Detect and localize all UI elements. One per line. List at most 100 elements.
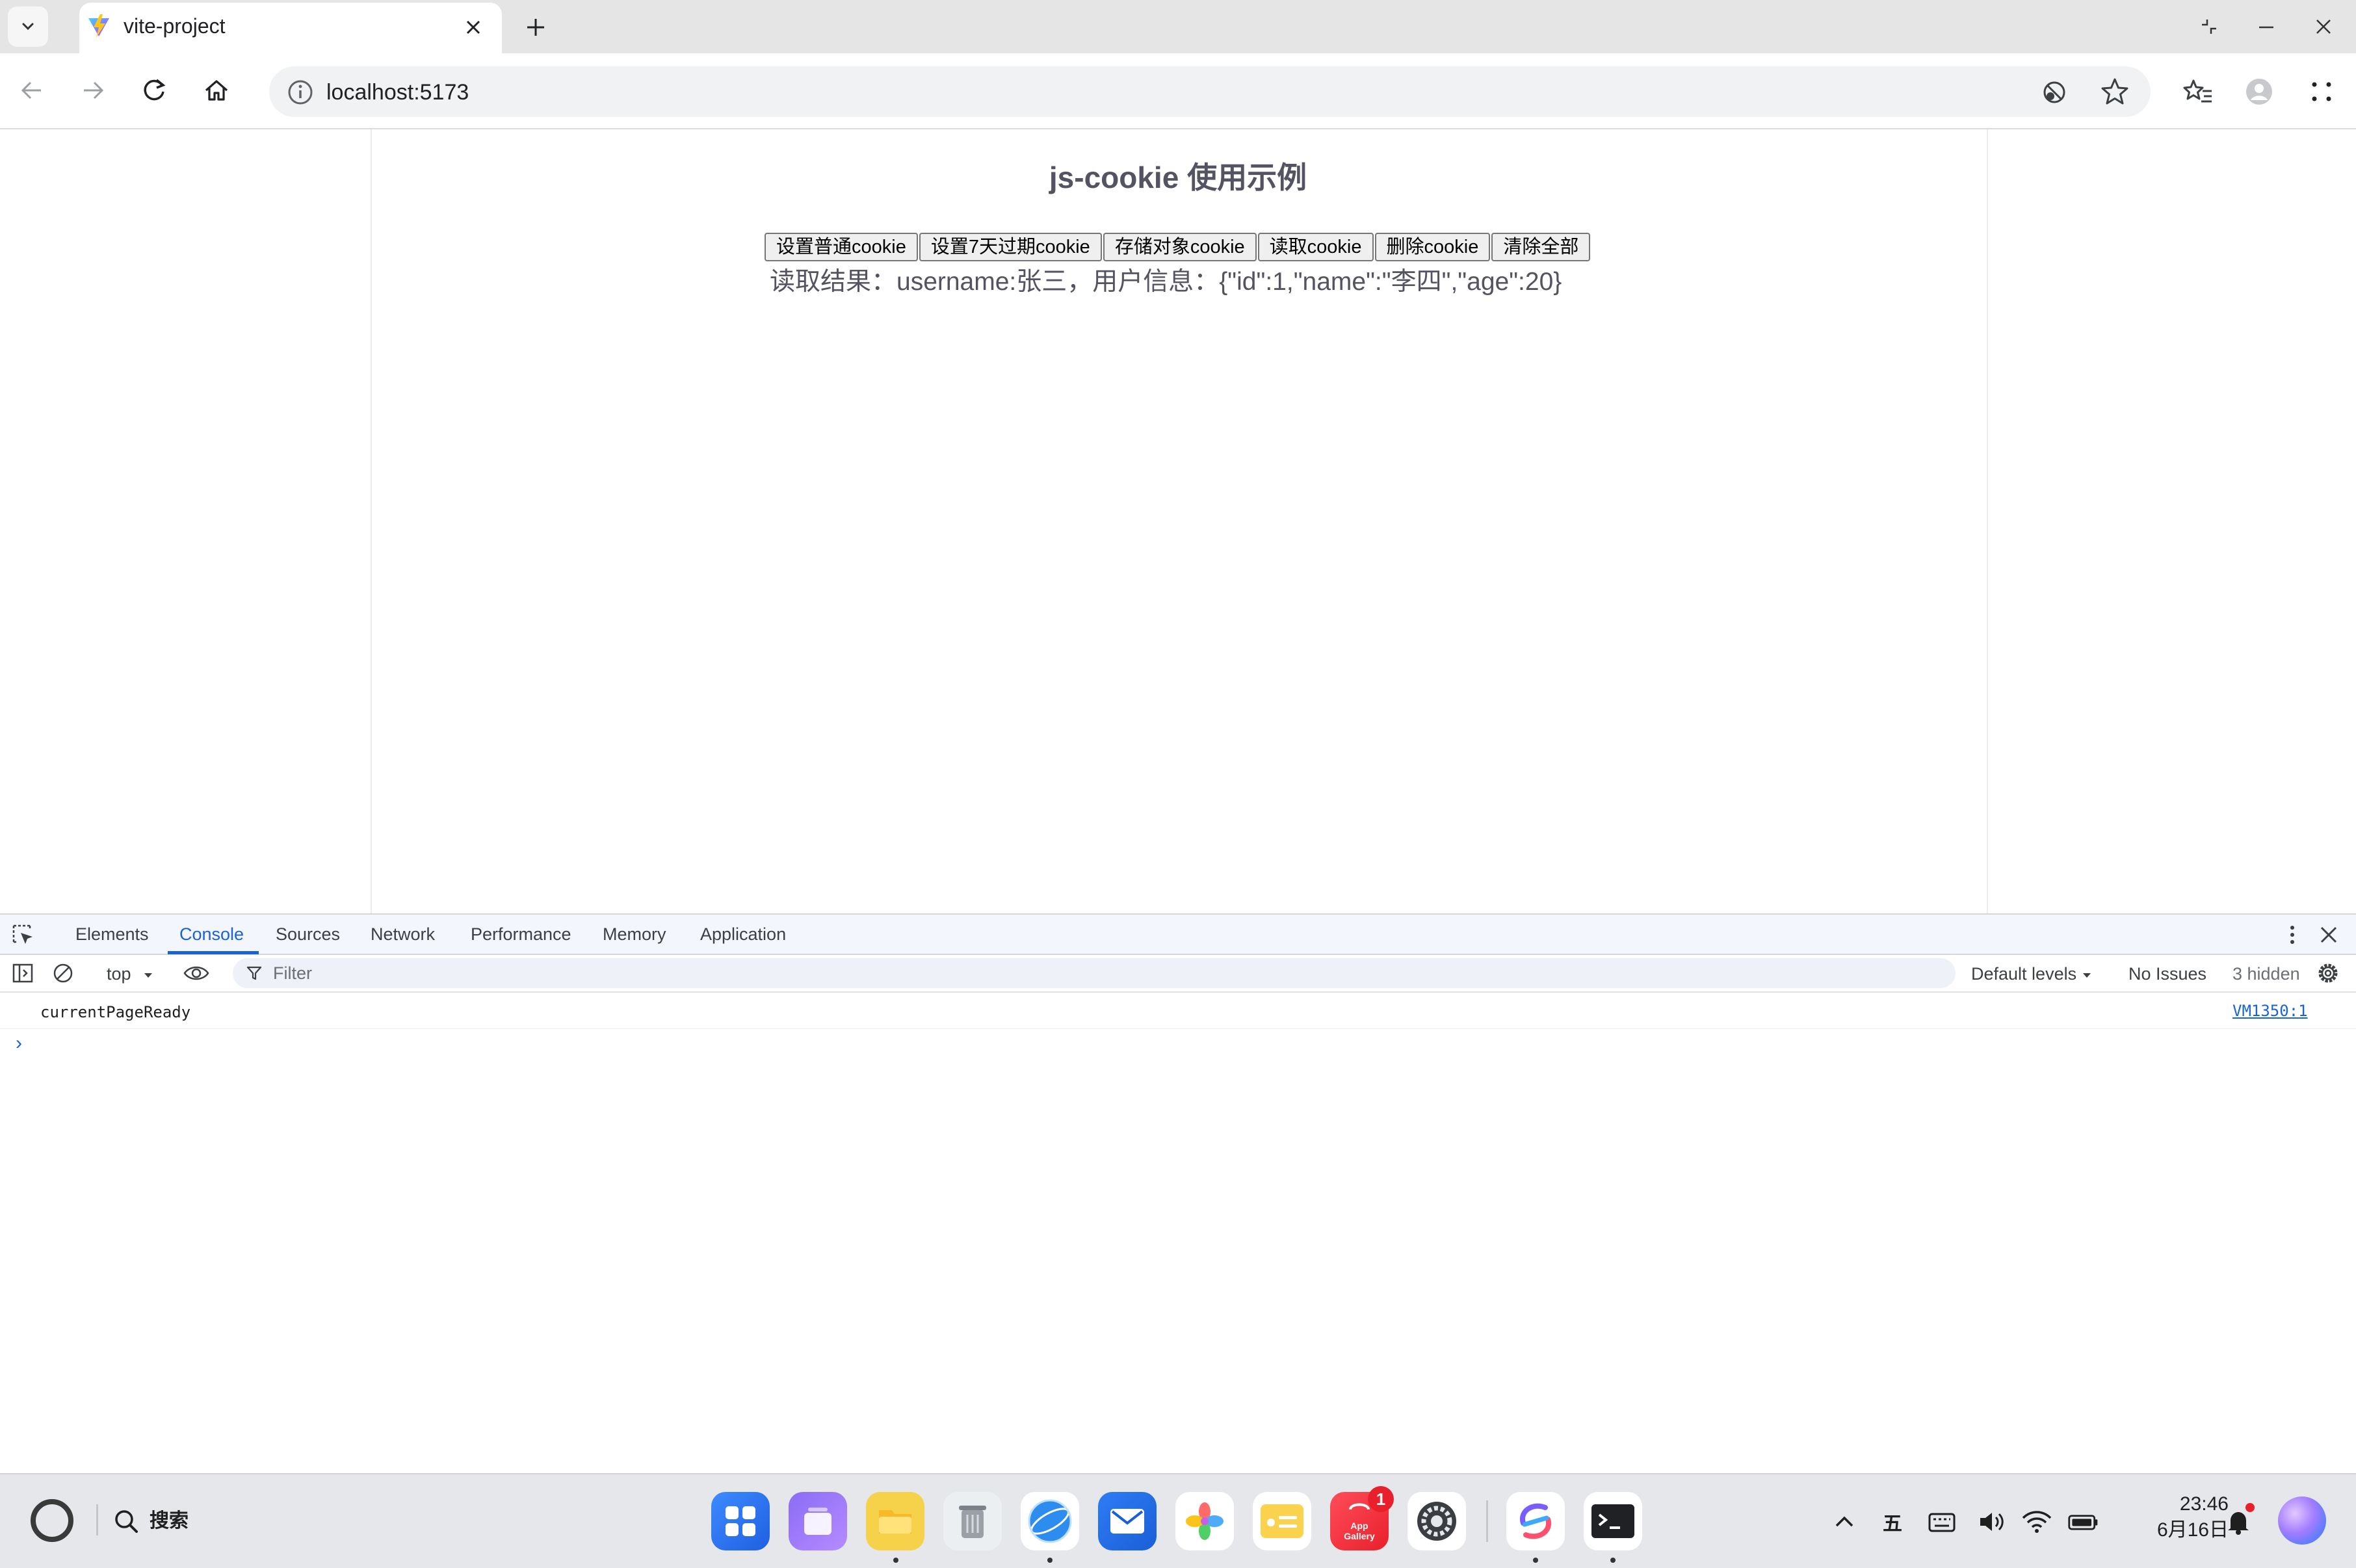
store-object-cookie-button[interactable]: 存储对象cookie <box>1103 233 1257 261</box>
new-tab-button[interactable] <box>520 12 551 43</box>
tab-console[interactable]: Console <box>179 915 244 954</box>
active-tab-indicator <box>168 951 259 954</box>
ime-label: 五 <box>1883 1513 1902 1535</box>
set-cookie-button[interactable]: 设置普通cookie <box>765 233 918 261</box>
dock-separator <box>1486 1500 1488 1542</box>
live-expression-eye-icon[interactable] <box>182 961 211 986</box>
input-method-indicator[interactable]: 五 <box>1876 1506 1909 1538</box>
arrow-left-icon <box>18 76 46 105</box>
close-icon <box>2314 17 2333 36</box>
running-indicator <box>1533 1558 1538 1563</box>
clear-console-icon[interactable] <box>51 961 75 986</box>
filter-funnel-icon <box>246 965 263 982</box>
notification-dot <box>2245 1503 2255 1512</box>
tab-close-button[interactable] <box>459 13 488 42</box>
terminal-icon[interactable] <box>1584 1492 1642 1550</box>
wifi-icon[interactable] <box>2021 1506 2053 1538</box>
set-expiring-cookie-button[interactable]: 设置7天过期cookie <box>919 233 1102 261</box>
launcher-icon[interactable] <box>711 1492 770 1550</box>
clock-time[interactable]: 23:46 <box>2156 1491 2229 1517</box>
reload-icon <box>140 76 168 105</box>
tab-search-button[interactable] <box>8 7 48 47</box>
profile-avatar-icon[interactable] <box>2243 75 2275 108</box>
search-icon[interactable] <box>112 1507 140 1535</box>
console-log-message: currentPageReady <box>40 1003 191 1021</box>
address-bar[interactable] <box>269 66 2151 117</box>
hidden-messages-count: 3 hidden <box>2232 964 2300 984</box>
start-button[interactable] <box>29 1497 75 1544</box>
plus-icon <box>525 17 546 38</box>
console-source-link[interactable]: VM1350:1 <box>2232 1000 2308 1022</box>
back-button[interactable] <box>9 68 55 113</box>
code-editor-icon[interactable] <box>1506 1492 1565 1550</box>
chevron-down-icon <box>20 18 36 35</box>
restore-window-button[interactable] <box>2190 9 2229 44</box>
close-window-button[interactable] <box>2304 9 2343 44</box>
browser-icon[interactable] <box>1021 1492 1079 1550</box>
clear-all-button[interactable]: 清除全部 <box>1491 233 1591 261</box>
assistant-orb-icon[interactable] <box>2278 1496 2326 1545</box>
favorites-icon[interactable] <box>2182 75 2214 108</box>
keyboard-icon[interactable] <box>1926 1506 1958 1538</box>
filter-placeholder: Filter <box>273 963 312 983</box>
reload-button[interactable] <box>131 68 177 113</box>
photos-icon[interactable] <box>1175 1492 1234 1550</box>
tab-performance[interactable]: Performance <box>471 915 571 954</box>
trash-icon[interactable] <box>943 1492 1002 1550</box>
settings-icon[interactable] <box>1407 1492 1466 1550</box>
devtools-tabbar <box>0 915 2356 955</box>
tab-sources[interactable]: Sources <box>276 915 340 954</box>
running-indicator <box>1047 1558 1053 1563</box>
taskbar-search-label[interactable]: 搜索 <box>150 1507 189 1535</box>
sidebar-toggle-icon[interactable] <box>10 961 35 986</box>
translate-icon[interactable] <box>2039 77 2070 108</box>
inspect-element-icon[interactable] <box>10 922 36 948</box>
taskbar-divider <box>96 1504 98 1535</box>
svg-text:App: App <box>1350 1521 1368 1531</box>
tab-application[interactable]: Application <box>700 915 786 954</box>
forward-button[interactable] <box>70 68 116 113</box>
close-devtools-icon[interactable] <box>2316 922 2342 948</box>
read-cookie-button[interactable]: 读取cookie <box>1257 233 1374 261</box>
chevron-up-icon[interactable] <box>1828 1506 1861 1538</box>
delete-cookie-button[interactable]: 删除cookie <box>1374 233 1491 261</box>
running-indicator <box>893 1558 898 1563</box>
battery-icon[interactable] <box>2067 1506 2100 1538</box>
bookmark-star-icon[interactable] <box>2099 75 2131 108</box>
restore-icon <box>2199 17 2219 36</box>
page-title: js-cookie 使用示例 <box>1049 161 1307 194</box>
running-indicator <box>1610 1558 1616 1563</box>
notes-icon[interactable] <box>1253 1492 1311 1550</box>
console-input-prompt[interactable]: › <box>16 1032 22 1054</box>
multitask-icon[interactable] <box>789 1492 847 1550</box>
clock-date[interactable]: 6月16日 <box>2126 1517 2229 1543</box>
tab-elements[interactable]: Elements <box>75 915 149 954</box>
tab-title: vite-project <box>124 14 226 38</box>
minimize-window-button[interactable] <box>2247 9 2286 44</box>
console-settings-gear-icon[interactable] <box>2316 961 2340 986</box>
read-result-text: 读取结果：username:张三，用户信息：{"id":1,"name":"李四… <box>770 268 1562 296</box>
dropdown-arrow-icon <box>2080 969 2093 982</box>
home-button[interactable] <box>194 68 239 113</box>
kebab-menu-icon[interactable] <box>2279 922 2305 948</box>
url-text[interactable]: localhost:5173 <box>326 77 469 108</box>
tab-network[interactable]: Network <box>371 915 435 954</box>
menu-dots-icon[interactable] <box>2305 75 2338 108</box>
arrow-right-icon <box>79 76 107 105</box>
cookie-button-row: 设置普通cookie 设置7天过期cookie 存储对象cookie 读取coo… <box>765 233 1591 263</box>
volume-icon[interactable] <box>1976 1506 2009 1538</box>
mail-icon[interactable] <box>1098 1492 1157 1550</box>
close-icon <box>464 18 482 36</box>
console-row-divider <box>0 1028 2356 1029</box>
log-levels-dropdown[interactable]: Default levels <box>1971 962 2076 986</box>
notification-badge: 1 <box>1368 1486 1394 1512</box>
dropdown-arrow-icon <box>142 969 155 982</box>
minimize-icon <box>2257 17 2276 36</box>
files-icon[interactable] <box>866 1492 924 1550</box>
context-selector[interactable]: top <box>107 962 131 986</box>
console-filter-input[interactable] <box>233 958 1956 988</box>
issues-counter[interactable]: No Issues <box>2128 962 2206 986</box>
tab-memory[interactable]: Memory <box>603 915 666 954</box>
home-icon <box>202 76 231 105</box>
info-icon[interactable] <box>286 78 315 107</box>
